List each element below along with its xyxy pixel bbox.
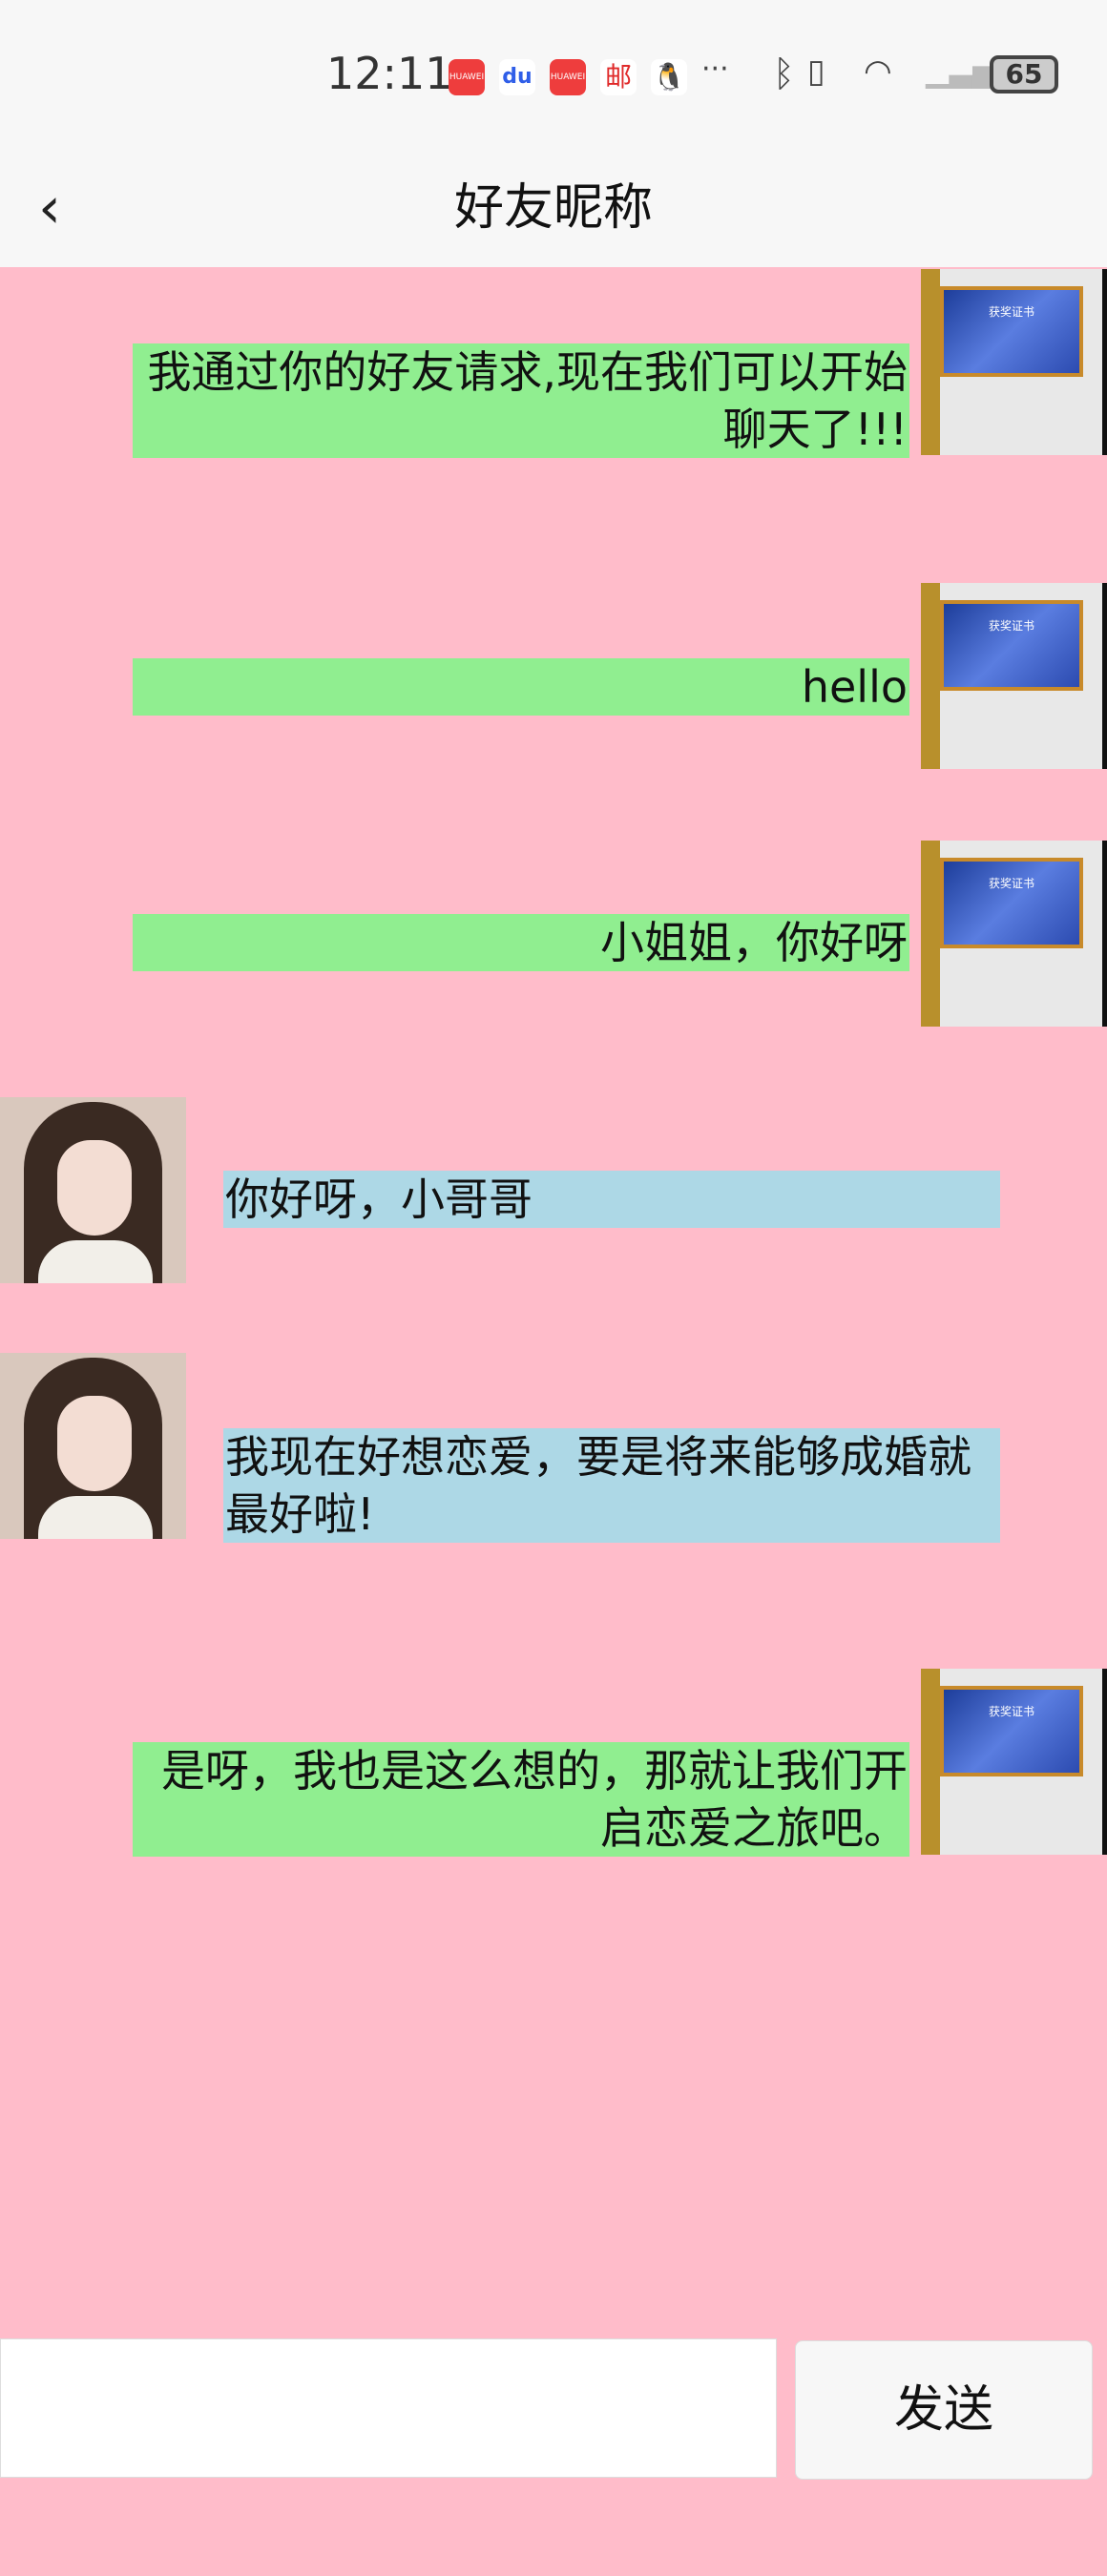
wifi-icon: ◠ <box>864 52 892 91</box>
status-time: 12:11 <box>326 48 453 99</box>
message-bubble-sent: 小姐姐，你好呀 <box>133 914 909 971</box>
send-button[interactable]: 发送 <box>795 2340 1093 2480</box>
postal-icon: 邮 <box>600 59 637 95</box>
page-title: 好友昵称 <box>453 179 653 237</box>
my-avatar[interactable]: 获奖证书 <box>921 269 1107 455</box>
vibrate-icon: ▯ <box>807 52 825 91</box>
message-input[interactable] <box>0 2338 777 2478</box>
my-avatar[interactable]: 获奖证书 <box>921 841 1107 1027</box>
chat-header: 好友昵称 ‹ <box>0 156 1107 267</box>
huawei-appgallery-icon: HUAWEI <box>550 59 586 95</box>
baidu-icon: du <box>499 59 535 95</box>
message-bubble-sent: hello <box>133 658 909 716</box>
message-bubble-sent: 是呀，我也是这么想的，那就让我们开启恋爱之旅吧。 <box>133 1742 909 1857</box>
avatar-caption: 获奖证书 <box>988 1705 1034 1718</box>
my-avatar[interactable]: 获奖证书 <box>921 583 1107 769</box>
message-bubble-received: 你好呀，小哥哥 <box>223 1171 1000 1228</box>
status-bar: 12:11 HUAWEI du HUAWEI 邮 🐧 ··· ᛒ ▯ ◠ ▁▃▅… <box>0 0 1107 156</box>
avatar-caption: 获奖证书 <box>988 619 1034 633</box>
qq-icon: 🐧 <box>651 59 687 95</box>
my-avatar[interactable]: 获奖证书 <box>921 1669 1107 1855</box>
more-icon: ··· <box>701 52 729 86</box>
message-bubble-received: 我现在好想恋爱，要是将来能够成婚就最好啦! <box>223 1428 1000 1543</box>
signal-icon: ▁▃▅ <box>926 52 996 89</box>
battery-indicator: 65 <box>990 55 1058 93</box>
avatar-caption: 获奖证书 <box>988 877 1034 890</box>
friend-avatar[interactable] <box>0 1097 186 1283</box>
back-button[interactable]: ‹ <box>38 175 61 241</box>
bluetooth-icon: ᛒ <box>773 52 795 94</box>
avatar-caption: 获奖证书 <box>988 305 1034 319</box>
message-bubble-sent: 我通过你的好友请求,现在我们可以开始聊天了!!! <box>133 343 909 458</box>
friend-avatar[interactable] <box>0 1353 186 1539</box>
huawei-appgallery-icon: HUAWEI <box>449 59 485 95</box>
